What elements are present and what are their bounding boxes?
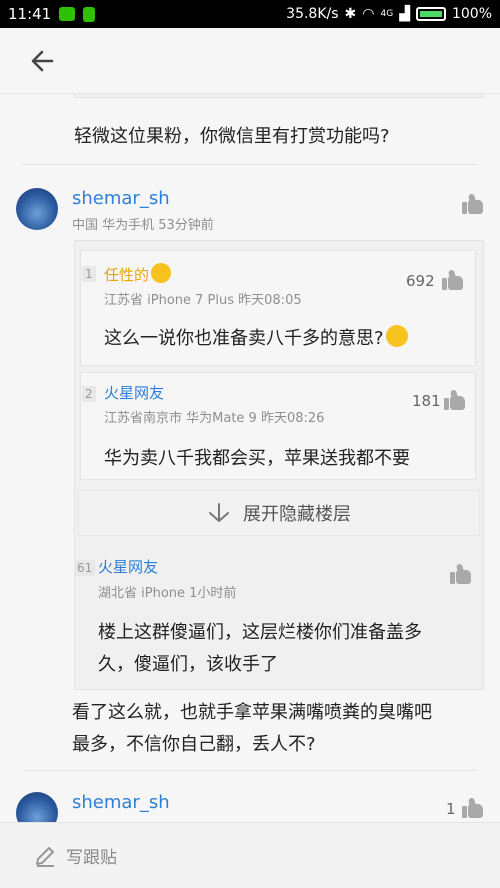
like-count: 692 — [406, 272, 435, 290]
comment-username[interactable]: shemar_sh — [72, 188, 170, 209]
like-icon[interactable] — [450, 563, 472, 584]
comment-thread[interactable]: 轻微这位果粉，你微信里有打赏功能吗? shemar_sh 中国 华为手机 53分… — [0, 94, 500, 822]
comment-body-line: 最多，不信你自己翻，丢人不? — [72, 734, 316, 755]
quote-text-line: 楼上这群傻逼们，这层烂楼你们准备盖多 — [98, 622, 422, 643]
comment-meta: 中国 华为手机 53分钟前 — [72, 218, 214, 233]
quote-text-content: 这么一说你也准备卖八千多的意思? — [104, 328, 384, 349]
quote-username[interactable]: 火星网友 — [104, 382, 164, 403]
back-button[interactable] — [24, 46, 64, 76]
floor-number: 1 — [82, 266, 96, 282]
comment-body-line: 看了这么就，也就手拿苹果满嘴喷粪的臭嘴吧 — [72, 702, 432, 723]
expand-hidden-floors-button[interactable]: 展开隐藏楼层 — [78, 490, 480, 536]
chevron-down-icon — [209, 503, 229, 522]
quote-text: 这么一说你也准备卖八千多的意思? — [104, 324, 408, 350]
emoji-icon — [151, 263, 172, 283]
quote-username[interactable]: 任性的 — [104, 263, 172, 285]
like-icon[interactable] — [462, 193, 484, 214]
quote-text: 华为卖八千我都会买，苹果送我都不要 — [104, 448, 410, 469]
prev-quote-remnant — [74, 94, 484, 98]
quote-meta: 江苏省南京市 华为Mate 9 昨天08:26 — [104, 411, 325, 426]
divider — [22, 770, 478, 771]
status-bar: 11:41 35.8K/s ✱ ◠ 4G ▟ 100% — [0, 0, 500, 28]
battery-percent: 100% — [451, 6, 492, 22]
quote-meta: 湖北省 iPhone 1小时前 — [98, 586, 237, 601]
avatar[interactable] — [16, 792, 58, 822]
like-count: 1 — [446, 800, 456, 818]
battery-icon — [415, 7, 446, 21]
emoji-icon — [385, 325, 408, 347]
prev-comment-text: 轻微这位果粉，你微信里有打赏功能吗? — [74, 126, 390, 147]
floor-number: 61 — [74, 560, 96, 576]
avatar[interactable] — [16, 188, 58, 230]
quote-username[interactable]: 火星网友 — [98, 556, 158, 577]
bottom-bar: 写跟贴 — [0, 822, 500, 888]
divider — [22, 164, 478, 165]
expand-label: 展开隐藏楼层 — [243, 504, 351, 525]
wechat-notification-icon — [59, 7, 76, 21]
network-speed: 35.8K/s — [286, 6, 339, 22]
app-bar — [0, 28, 500, 94]
comment-username[interactable]: shemar_sh — [72, 792, 170, 813]
bluetooth-icon: ✱ — [344, 6, 357, 22]
like-count: 181 — [412, 392, 441, 410]
quote-meta: 江苏省 iPhone 7 Plus 昨天08:05 — [104, 293, 302, 308]
like-icon[interactable] — [442, 269, 464, 290]
back-arrow-icon — [31, 50, 54, 72]
like-icon[interactable] — [462, 797, 484, 818]
floor-number: 2 — [82, 386, 96, 402]
signal-icon: ▟ — [399, 6, 410, 22]
quote-text-line: 久，傻逼们，该收手了 — [98, 654, 278, 675]
signal-label: 4G — [380, 9, 394, 19]
quote-username-text: 任性的 — [104, 266, 150, 284]
wifi-icon: ◠ — [362, 6, 375, 22]
message-notification-icon — [83, 6, 96, 22]
write-reply-label: 写跟贴 — [66, 848, 117, 868]
pencil-icon — [36, 846, 54, 867]
status-time: 11:41 — [8, 5, 52, 23]
like-icon[interactable] — [444, 389, 466, 410]
write-reply-button[interactable]: 写跟贴 — [34, 843, 117, 868]
